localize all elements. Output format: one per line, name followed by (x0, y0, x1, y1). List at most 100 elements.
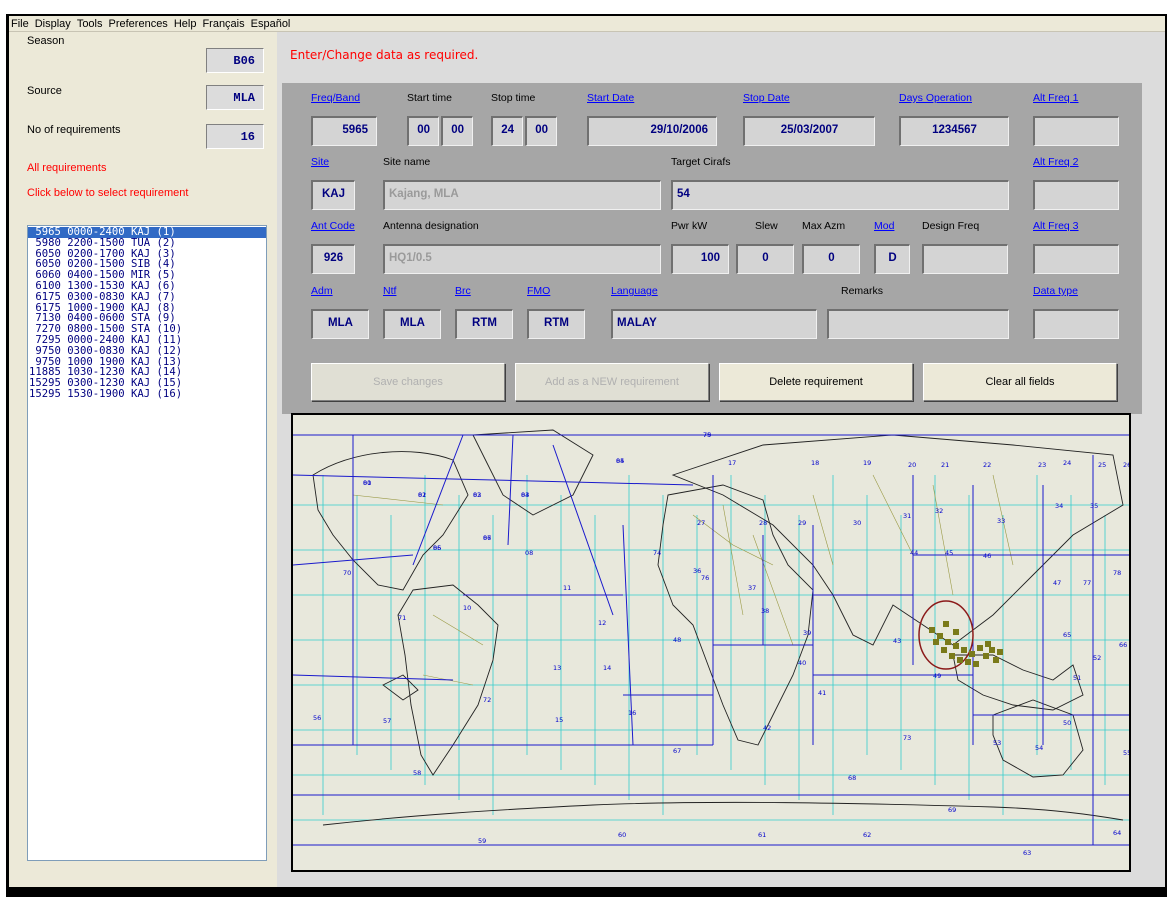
add-new-requirement-button[interactable]: Add as a NEW requirement (515, 363, 709, 401)
zone-label: 38 (761, 607, 769, 615)
ant-code-field[interactable]: 926 (311, 244, 355, 274)
zone-label: 48 (673, 636, 681, 644)
requirement-form: Freq/Band Start time Stop time Start Dat… (282, 83, 1142, 414)
zone-label: 65 (1063, 631, 1071, 639)
language-field[interactable]: MALAY (611, 309, 817, 339)
mod-field[interactable]: D (874, 244, 910, 274)
requirement-list[interactable]: 5965 0000-2400 KAJ (1) 5980 2200-1500 TU… (27, 225, 267, 861)
data-type-field[interactable] (1033, 309, 1119, 339)
remarks-field[interactable] (827, 309, 1009, 339)
zone-label: 20 (908, 461, 916, 469)
fmo-field[interactable]: RTM (527, 309, 585, 339)
menu-item-tools[interactable]: Tools (77, 18, 103, 30)
zone-label: 71 (398, 614, 406, 622)
ntf-label[interactable]: Ntf (383, 285, 396, 297)
left-panel: Season B06 Source MLA No of requirements… (9, 32, 277, 887)
zone-label: 33 (997, 517, 1005, 525)
start-date-field[interactable]: 29/10/2006 (587, 116, 717, 146)
all-requirements-label: All requirements (27, 162, 107, 174)
start-date-label[interactable]: Start Date (587, 92, 634, 104)
brc-field[interactable]: RTM (455, 309, 513, 339)
zone-label: 25 (1098, 461, 1106, 469)
ntf-field[interactable]: MLA (383, 309, 441, 339)
brc-label[interactable]: Brc (455, 285, 471, 297)
freq-field[interactable]: 5965 (311, 116, 377, 146)
stop-date-field[interactable]: 25/03/2007 (743, 116, 875, 146)
start-minute-field[interactable]: 00 (441, 116, 473, 146)
zone-label: 70 (343, 569, 351, 577)
design-freq-field[interactable] (922, 244, 1008, 274)
zone-label: 83 (521, 491, 529, 499)
stop-date-label[interactable]: Stop Date (743, 92, 790, 104)
slew-label: Slew (755, 220, 778, 232)
data-type-label[interactable]: Data type (1033, 285, 1078, 297)
world-map[interactable]: 750102 03 040506070810111213 14151617 18 19 20… (293, 415, 1129, 870)
menu-item-help[interactable]: Help (174, 18, 197, 30)
stop-minute-field[interactable]: 00 (525, 116, 557, 146)
alt-freq-1-field[interactable] (1033, 116, 1119, 146)
clear-all-fields-button[interactable]: Clear all fields (923, 363, 1117, 401)
zone-label: 64 (1113, 829, 1121, 837)
requirement-list-item[interactable]: 9750 0300-0830 KAJ (12) (28, 345, 266, 357)
alt-freq-1-label[interactable]: Alt Freq 1 (1033, 92, 1079, 104)
zone-label: 27 (697, 519, 705, 527)
zone-label: 11 (563, 584, 571, 592)
stop-hour-field[interactable]: 24 (491, 116, 523, 146)
start-time-label: Start time (407, 92, 452, 104)
zone-label: 54 (1035, 744, 1043, 752)
fmo-label[interactable]: FMO (527, 285, 550, 297)
language-label[interactable]: Language (611, 285, 658, 297)
ciraf-zone-map[interactable]: 75 01 02 03 04 05 06 07 08 10 11 12 13 14 15 16 17 18 19 20… (291, 413, 1131, 872)
source-field[interactable]: MLA (206, 85, 264, 110)
zone-label: 73 (903, 734, 911, 742)
zone-label: 19 (863, 459, 871, 467)
target-cirafs-field[interactable]: 54 (671, 180, 1009, 210)
menu-item-file[interactable]: File (11, 18, 29, 30)
requirement-list-item[interactable]: 15295 1530-1900 KAJ (16) (28, 389, 266, 400)
count-label: No of requirements (27, 124, 121, 136)
adm-label[interactable]: Adm (311, 285, 333, 297)
zone-label: 59 (478, 837, 486, 845)
menu-item-espaol[interactable]: Español (251, 18, 291, 30)
adm-field[interactable]: MLA (311, 309, 369, 339)
season-field[interactable]: B06 (206, 48, 264, 73)
requirement-list-item[interactable]: 5980 2200-1500 TUA (2) (28, 237, 266, 249)
zone-label: 66 (1119, 641, 1127, 649)
slew-field[interactable]: 0 (736, 244, 794, 274)
zone-label: 57 (383, 717, 391, 725)
max-azm-label: Max Azm (802, 220, 846, 232)
max-azm-field[interactable]: 0 (802, 244, 860, 274)
zone-label: 15 (555, 716, 563, 724)
days-operation-label[interactable]: Days Operation (899, 92, 972, 104)
zone-label: 49 (933, 672, 941, 680)
site-field[interactable]: KAJ (311, 180, 355, 210)
site-label[interactable]: Site (311, 156, 329, 168)
zone-label: 44 (910, 549, 918, 557)
zone-label: 78 (1113, 569, 1121, 577)
start-hour-field[interactable]: 00 (407, 116, 439, 146)
days-operation-field[interactable]: 1234567 (899, 116, 1009, 146)
requirement-count-field: 16 (206, 124, 264, 149)
zone-label: 85 (433, 544, 441, 552)
menu-item-display[interactable]: Display (35, 18, 71, 30)
alt-freq-3-label[interactable]: Alt Freq 3 (1033, 220, 1079, 232)
delete-requirement-button[interactable]: Delete requirement (719, 363, 913, 401)
freq-band-label[interactable]: Freq/Band (311, 92, 360, 104)
menu-item-franais[interactable]: Français (202, 18, 244, 30)
zone-label: 43 (893, 637, 901, 645)
save-changes-button[interactable]: Save changes (311, 363, 505, 401)
zone-label: 26 (1123, 461, 1129, 469)
menu-item-preferences[interactable]: Preferences (109, 18, 168, 30)
zone-label: 60 (618, 831, 626, 839)
zone-label: 80 (363, 479, 371, 487)
zone-label: 10 (463, 604, 471, 612)
site-name-label: Site name (383, 156, 431, 168)
ant-code-label[interactable]: Ant Code (311, 220, 355, 232)
alt-freq-2-field[interactable] (1033, 180, 1119, 210)
zone-label: 21 (941, 461, 949, 469)
alt-freq-2-label[interactable]: Alt Freq 2 (1033, 156, 1079, 168)
requirement-list-item[interactable]: 6175 0300-0830 KAJ (7) (28, 291, 266, 303)
alt-freq-3-field[interactable] (1033, 244, 1119, 274)
power-field[interactable]: 100 (671, 244, 729, 274)
mod-label[interactable]: Mod (874, 220, 894, 232)
